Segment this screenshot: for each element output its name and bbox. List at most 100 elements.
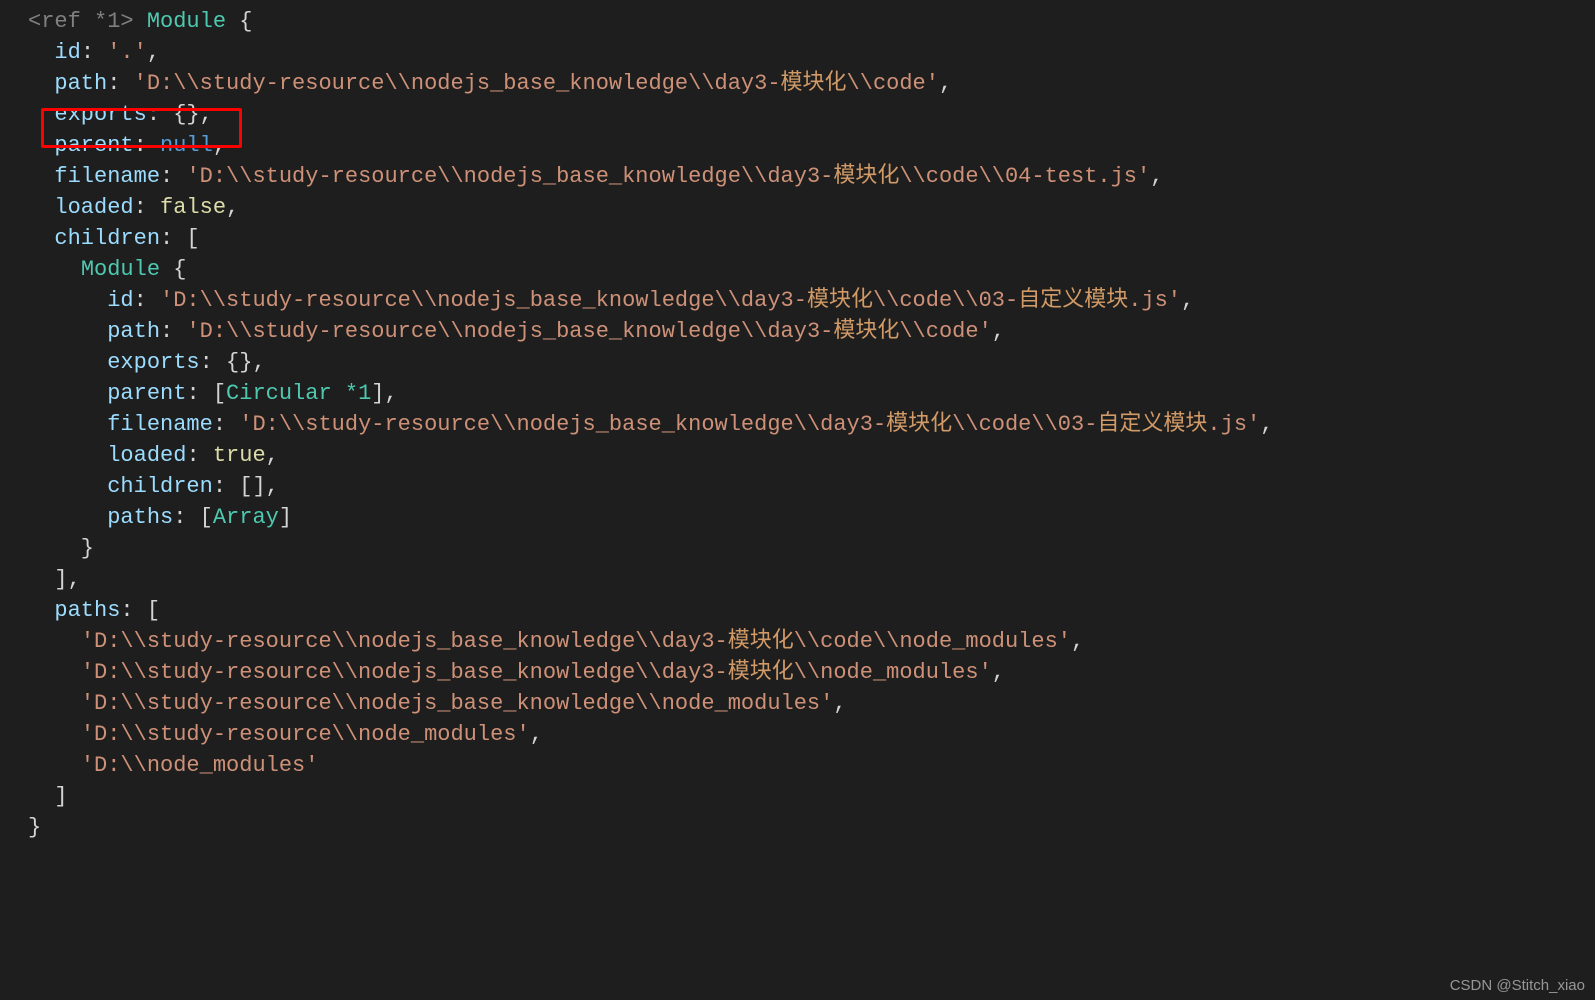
code-token: 'D:\\study-resource\\nodejs_base_knowled… — [81, 660, 728, 685]
code-token: path — [107, 319, 160, 344]
code-line: paths: [Array] — [28, 505, 292, 530]
code-token: 'D:\\study-resource\\nodejs_base_knowled… — [239, 412, 886, 437]
code-token: , — [213, 133, 226, 158]
code-token: 模块化 — [781, 71, 847, 96]
code-token: : {}, — [200, 350, 266, 375]
code-token — [28, 660, 81, 685]
code-line: ] — [28, 784, 68, 809]
code-token: , — [530, 722, 543, 747]
code-token: \\code' — [847, 71, 939, 96]
code-token: : [ — [173, 505, 213, 530]
code-token: , — [147, 40, 160, 65]
code-token: { — [160, 257, 186, 282]
code-token: , — [1071, 629, 1084, 654]
code-token: id — [54, 40, 80, 65]
code-line: <ref *1> Module { — [28, 9, 252, 34]
code-token — [28, 288, 107, 313]
code-token — [28, 598, 54, 623]
code-token: <ref *1> — [28, 9, 134, 34]
code-token: 模块化 — [728, 660, 794, 685]
code-token: false — [160, 195, 226, 220]
code-line: filename: 'D:\\study-resource\\nodejs_ba… — [28, 164, 1163, 189]
code-line: path: 'D:\\study-resource\\nodejs_base_k… — [28, 319, 1005, 344]
code-line: paths: [ — [28, 598, 160, 623]
code-token: , — [992, 319, 1005, 344]
code-token: parent — [107, 381, 186, 406]
code-token — [28, 629, 81, 654]
code-token: ] — [279, 505, 292, 530]
code-token: filename — [54, 164, 160, 189]
code-token: , — [1150, 164, 1163, 189]
code-line: 'D:\\node_modules' — [28, 753, 318, 778]
code-token — [28, 505, 107, 530]
code-token: , — [1181, 288, 1194, 313]
code-line: 'D:\\study-resource\\nodejs_base_knowled… — [28, 629, 1084, 654]
code-token — [28, 722, 81, 747]
code-line: } — [28, 536, 94, 561]
code-token: \\code\\03- — [873, 288, 1018, 313]
code-token: loaded — [54, 195, 133, 220]
code-token — [28, 257, 81, 282]
code-token: : — [213, 412, 239, 437]
code-token: \\code' — [899, 319, 991, 344]
code-token: : — [160, 164, 186, 189]
code-token — [28, 350, 107, 375]
code-line: loaded: true, — [28, 443, 279, 468]
code-token: exports — [54, 102, 146, 127]
code-line: exports: {}, — [28, 350, 266, 375]
code-token: 'D:\\node_modules' — [81, 753, 319, 778]
code-line: children: [], — [28, 474, 279, 499]
code-line: loaded: false, — [28, 195, 239, 220]
code-token: Module — [81, 257, 160, 282]
code-token: 'D:\\study-resource\\nodejs_base_knowled… — [134, 71, 781, 96]
code-line: path: 'D:\\study-resource\\nodejs_base_k… — [28, 71, 952, 96]
code-token: 模块化 — [807, 288, 873, 313]
code-token: 'D:\\study-resource\\nodejs_base_knowled… — [160, 288, 807, 313]
csdn-watermark: CSDN @Stitch_xiao — [1450, 977, 1585, 994]
code-token: 自定义模块 — [1018, 288, 1128, 313]
code-token: ], — [28, 567, 81, 592]
code-token — [28, 71, 54, 96]
code-line: } — [28, 815, 41, 840]
code-token: children — [107, 474, 213, 499]
code-token: filename — [107, 412, 213, 437]
code-token — [28, 474, 107, 499]
code-token — [28, 226, 54, 251]
code-token: : {}, — [147, 102, 213, 127]
code-token: Circular *1 — [226, 381, 371, 406]
code-line: 'D:\\study-resource\\node_modules', — [28, 722, 543, 747]
code-token: paths — [107, 505, 173, 530]
code-token: ] — [28, 784, 68, 809]
console-output: <ref *1> Module { id: '.', path: 'D:\\st… — [0, 0, 1595, 843]
code-token: 模块化 — [833, 164, 899, 189]
code-token: , — [266, 443, 279, 468]
code-token: : [], — [213, 474, 279, 499]
code-token: 模块化 — [833, 319, 899, 344]
code-token: .js' — [1128, 288, 1181, 313]
code-token — [134, 9, 147, 34]
code-token: 'D:\\study-resource\\node_modules' — [81, 722, 530, 747]
code-token: , — [833, 691, 846, 716]
code-token: 'D:\\study-resource\\nodejs_base_knowled… — [81, 691, 834, 716]
code-line: children: [ — [28, 226, 200, 251]
code-token — [28, 381, 107, 406]
code-line: id: '.', — [28, 40, 160, 65]
code-token: .js' — [1207, 412, 1260, 437]
code-token: Array — [213, 505, 279, 530]
code-token: } — [28, 536, 94, 561]
code-line: exports: {}, — [28, 102, 213, 127]
code-token — [28, 133, 54, 158]
code-token — [28, 443, 107, 468]
code-token: : — [81, 40, 107, 65]
code-token: : — [160, 319, 186, 344]
code-token: : — [107, 71, 133, 96]
code-token: 自定义模块 — [1097, 412, 1207, 437]
code-token: : — [134, 288, 160, 313]
code-token: 模块化 — [886, 412, 952, 437]
code-token: : [ — [186, 381, 226, 406]
code-token: id — [107, 288, 133, 313]
code-token — [28, 412, 107, 437]
code-token: { — [226, 9, 252, 34]
code-line: 'D:\\study-resource\\nodejs_base_knowled… — [28, 691, 847, 716]
code-token: children — [54, 226, 160, 251]
